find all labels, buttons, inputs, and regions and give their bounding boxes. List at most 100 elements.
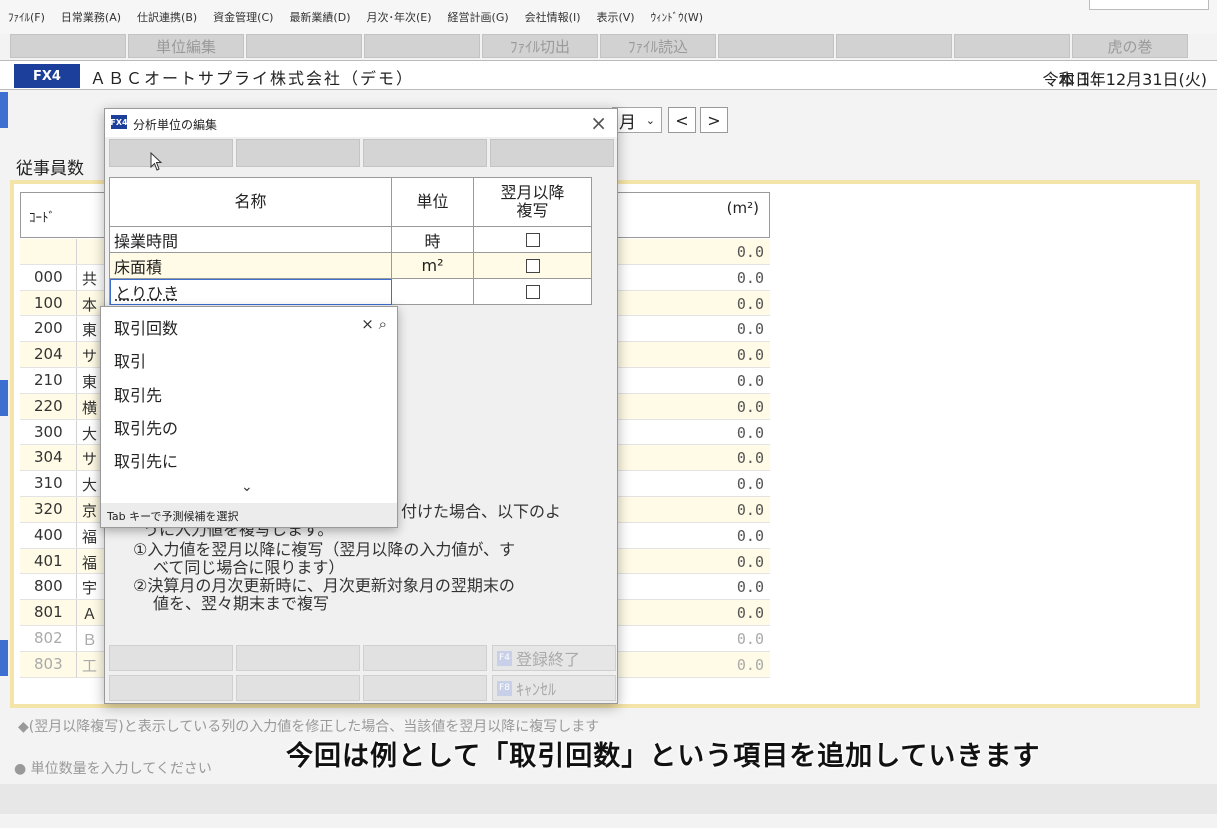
dialog-fn-key[interactable] bbox=[236, 139, 360, 167]
popup-corner bbox=[1089, 0, 1209, 10]
copy-checkbox-cell[interactable] bbox=[474, 227, 591, 252]
unit-cell[interactable]: 時 bbox=[392, 227, 474, 252]
side-accent bbox=[0, 380, 8, 416]
video-subtitle: 今回は例として「取引回数」という項目を追加していきます bbox=[286, 741, 1041, 772]
fn-key-9[interactable] bbox=[954, 34, 1070, 58]
menu-monthly[interactable]: 月次･年次(E) bbox=[367, 9, 432, 25]
copy-checkbox[interactable] bbox=[525, 232, 540, 247]
row-value[interactable]: 0.0 bbox=[737, 269, 764, 287]
unit-cell[interactable]: m² bbox=[392, 253, 474, 278]
row-value[interactable]: 0.0 bbox=[737, 372, 764, 390]
unit-cell[interactable] bbox=[392, 279, 474, 304]
product-badge: FX4 bbox=[14, 64, 80, 88]
row-value[interactable]: 0.0 bbox=[737, 604, 764, 622]
column-divider bbox=[76, 239, 77, 264]
info-rule-2: ②決算月の月次更新時に、月次更新対象月の翌期末の bbox=[133, 576, 515, 595]
row-value[interactable]: 0.0 bbox=[737, 475, 764, 493]
fn-manual-button[interactable]: 虎の巻 bbox=[1072, 34, 1188, 58]
dialog-fn-key[interactable] bbox=[363, 139, 487, 167]
row-code: 220 bbox=[34, 396, 63, 415]
table-row[interactable]: 操業時間 時 bbox=[109, 227, 592, 253]
f8-key-icon: F8 bbox=[497, 680, 512, 696]
app-window: ﾌｧｲﾙ(F) 日常業務(A) 仕訳連携(B) 資金管理(C) 最新業績(D) … bbox=[0, 0, 1217, 828]
menu-journal[interactable]: 仕訳連携(B) bbox=[137, 9, 197, 25]
row-value[interactable]: 0.0 bbox=[737, 630, 764, 648]
row-name: サ bbox=[82, 450, 98, 469]
row-value[interactable]: 0.0 bbox=[737, 243, 764, 261]
close-icon[interactable]: × bbox=[590, 111, 607, 135]
row-value[interactable]: 0.0 bbox=[737, 553, 764, 571]
fn-file-import-button[interactable]: ﾌｧｲﾙ読込 bbox=[600, 34, 716, 58]
menu-funds[interactable]: 資金管理(C) bbox=[213, 9, 273, 25]
row-code: 204 bbox=[34, 345, 63, 364]
menu-company[interactable]: 会社情報(I) bbox=[525, 9, 581, 25]
ime-suggestion[interactable]: 取引先の bbox=[114, 415, 178, 439]
row-value[interactable]: 0.0 bbox=[737, 501, 764, 519]
unit-name-cell[interactable]: 床面積 bbox=[110, 253, 392, 278]
chevron-down-icon: ⌄ bbox=[645, 113, 655, 127]
empty-key bbox=[109, 675, 233, 701]
cancel-label: ｷｬﾝｾﾙ bbox=[516, 680, 557, 699]
prev-month-button[interactable]: < bbox=[668, 107, 696, 133]
dialog-bottom-bar bbox=[109, 645, 487, 671]
row-value[interactable]: 0.0 bbox=[737, 320, 764, 338]
help-note: ◆(翌月以降複写)と表示している列の入力値を修正した場合、当該値を翌月以降に複写… bbox=[18, 719, 600, 735]
ime-suggestion[interactable]: 取引 bbox=[114, 348, 146, 372]
row-name: サ bbox=[82, 347, 98, 366]
fn-unit-edit-button[interactable]: 単位編集 bbox=[128, 34, 244, 58]
next-month-button[interactable]: > bbox=[700, 107, 728, 133]
dialog-fn-key[interactable] bbox=[490, 139, 614, 167]
fn-key-4[interactable] bbox=[364, 34, 480, 58]
row-name: 東 bbox=[82, 321, 98, 340]
unit-name-cell[interactable]: 操業時間 bbox=[110, 227, 392, 252]
table-row[interactable]: 床面積 m² bbox=[109, 253, 592, 279]
row-code: 310 bbox=[34, 474, 63, 493]
copy-checkbox[interactable] bbox=[525, 284, 540, 299]
ime-suggestion[interactable]: 取引回数 bbox=[114, 315, 178, 339]
dialog-fn-key[interactable] bbox=[109, 139, 233, 167]
chevron-down-icon[interactable]: ⌄ bbox=[241, 479, 253, 495]
menu-file[interactable]: ﾌｧｲﾙ(F) bbox=[8, 9, 45, 25]
column-divider bbox=[76, 419, 77, 445]
row-name: 大 bbox=[82, 424, 98, 443]
fn-file-export-button[interactable]: ﾌｧｲﾙ切出 bbox=[482, 34, 598, 58]
info-text: 付けた場合、以下のよ bbox=[401, 502, 562, 521]
menu-view[interactable]: 表示(V) bbox=[596, 9, 634, 25]
column-divider bbox=[76, 548, 77, 574]
name-column-header: 名称 bbox=[110, 178, 392, 226]
copy-checkbox[interactable] bbox=[525, 258, 540, 273]
menu-window[interactable]: ｳｨﾝﾄﾞｳ(W) bbox=[651, 9, 703, 25]
ime-suggestion[interactable]: 取引先 bbox=[114, 382, 162, 406]
ime-close-search-icon[interactable]: × ⌕ bbox=[361, 315, 387, 333]
table-row[interactable]: とりひき bbox=[109, 279, 592, 305]
row-name: 本 bbox=[82, 295, 98, 314]
row-code: 802 bbox=[34, 628, 63, 647]
ime-suggestion[interactable]: 取引先に bbox=[114, 448, 178, 472]
row-value[interactable]: 0.0 bbox=[737, 449, 764, 467]
empty-key bbox=[236, 675, 360, 701]
row-value[interactable]: 0.0 bbox=[737, 527, 764, 545]
row-value[interactable]: 0.0 bbox=[737, 656, 764, 674]
menu-plan[interactable]: 経営計画(G) bbox=[448, 9, 509, 25]
register-button[interactable]: F4 登録終了 bbox=[492, 645, 616, 671]
dialog-titlebar: FX4 分析単位の編集 × bbox=[105, 109, 617, 137]
function-key-bar: 単位編集 ﾌｧｲﾙ切出 ﾌｧｲﾙ読込 虎の巻 bbox=[0, 34, 1217, 58]
row-value[interactable]: 0.0 bbox=[737, 424, 764, 442]
fn-key-1[interactable] bbox=[10, 34, 126, 58]
fn-key-7[interactable] bbox=[718, 34, 834, 58]
fn-key-3[interactable] bbox=[246, 34, 362, 58]
month-select[interactable]: 月 ⌄ bbox=[612, 107, 662, 133]
row-value[interactable]: 0.0 bbox=[737, 398, 764, 416]
fn-key-8[interactable] bbox=[836, 34, 952, 58]
row-value[interactable]: 0.0 bbox=[737, 295, 764, 313]
menu-daily[interactable]: 日常業務(A) bbox=[61, 9, 121, 25]
cancel-button[interactable]: F8 ｷｬﾝｾﾙ bbox=[492, 675, 616, 701]
row-value[interactable]: 0.0 bbox=[737, 346, 764, 364]
copy-checkbox-cell[interactable] bbox=[474, 253, 591, 278]
row-code: 800 bbox=[34, 577, 63, 596]
unit-name-input[interactable]: とりひき bbox=[110, 279, 392, 305]
row-value[interactable]: 0.0 bbox=[737, 578, 764, 596]
mouse-cursor-icon bbox=[150, 152, 163, 171]
menu-performance[interactable]: 最新業績(D) bbox=[289, 9, 350, 25]
copy-checkbox-cell[interactable] bbox=[474, 279, 591, 304]
